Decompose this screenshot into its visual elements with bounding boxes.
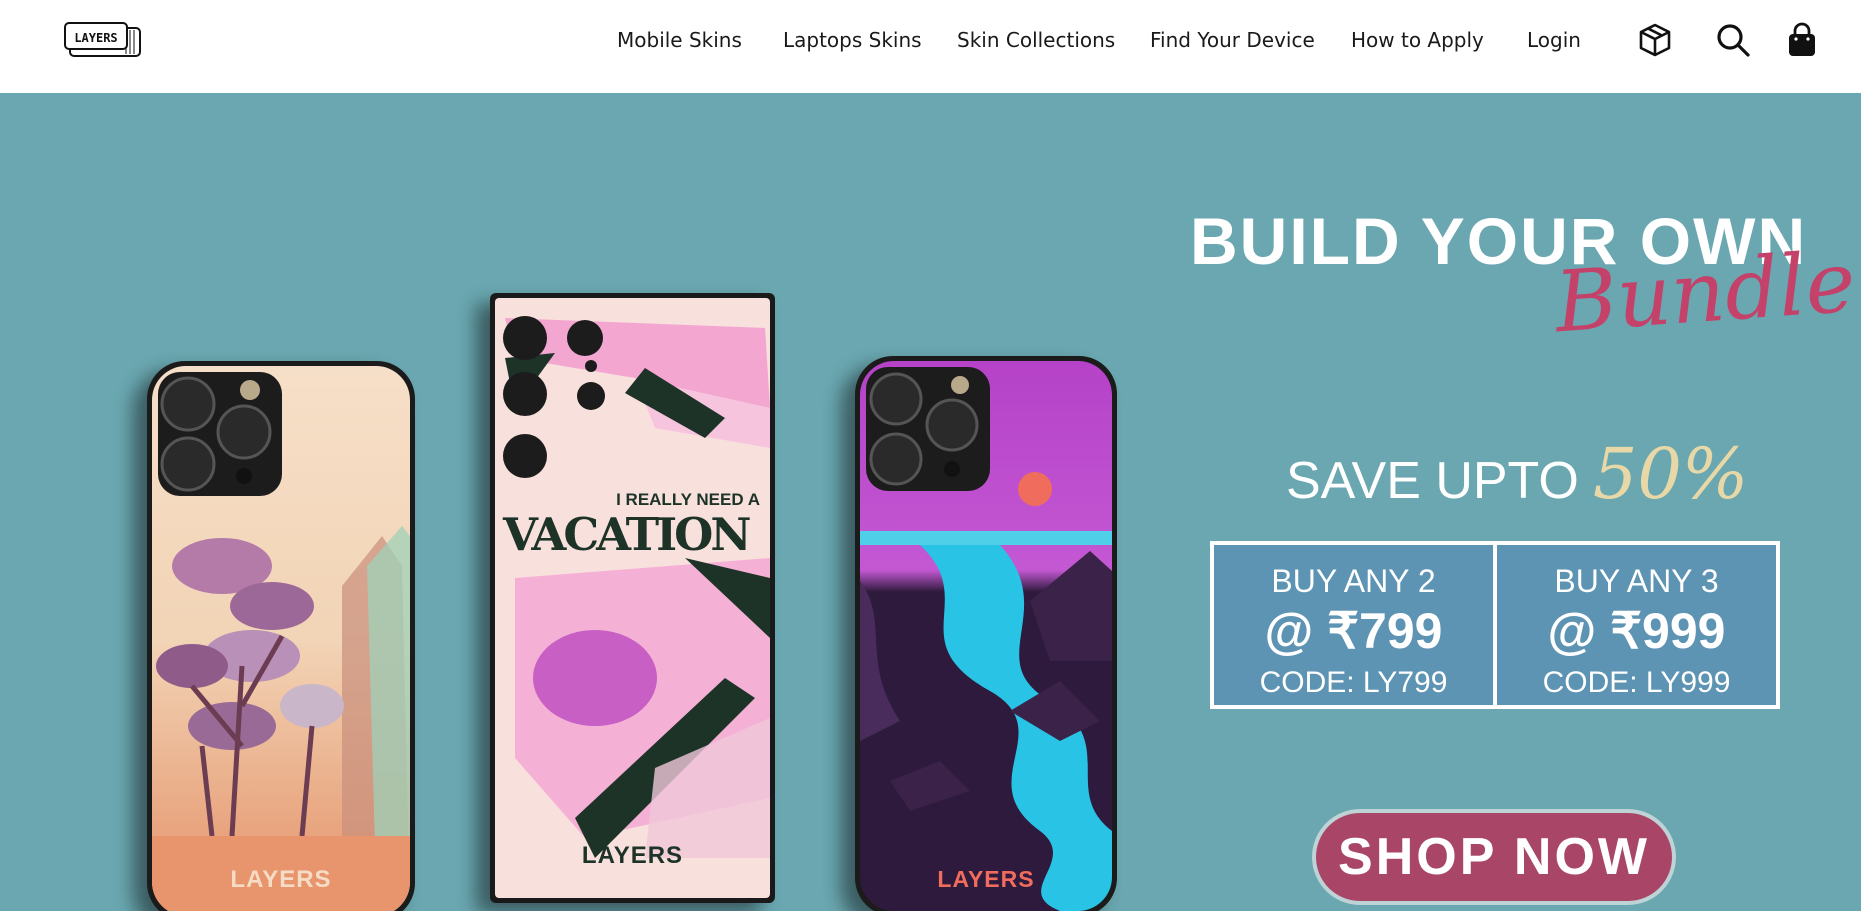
phone-skin-river[interactable]: LAYERS <box>855 356 1117 911</box>
phone-2-brand: LAYERS <box>581 842 684 869</box>
phone-2-tagline: I REALLY NEED A <box>616 490 760 509</box>
phone-skin-forest[interactable]: LAYERS <box>147 361 415 911</box>
nav-how-to-apply[interactable]: How to Apply <box>1351 28 1484 56</box>
offer-1-price: @ ₹799 <box>1264 603 1443 659</box>
offer-2-code: CODE: LY999 <box>1542 666 1731 699</box>
phone-skin-vacation[interactable]: I REALLY NEED A VACATION LAYERS <box>490 293 775 903</box>
bag-icon[interactable] <box>1784 22 1820 58</box>
site-header: LAYERS Mobile Skins Laptops Skins Skin C… <box>0 0 1861 93</box>
logo-text: LAYERS <box>74 31 117 45</box>
offer-buy-any-3[interactable]: BUY ANY 3 @ ₹999 CODE: LY999 <box>1493 545 1776 705</box>
offer-buy-any-2[interactable]: BUY ANY 2 @ ₹799 CODE: LY799 <box>1214 545 1493 705</box>
nav-find-your-device[interactable]: Find Your Device <box>1150 28 1315 56</box>
nav-login[interactable]: Login <box>1527 28 1581 56</box>
shop-now-button[interactable]: SHOP NOW <box>1312 809 1676 905</box>
layers-logo[interactable]: LAYERS <box>64 22 142 58</box>
offer-1-code: CODE: LY799 <box>1259 666 1448 699</box>
nav-mobile-skins[interactable]: Mobile Skins <box>617 28 742 56</box>
offer-2-line1: BUY ANY 3 <box>1554 563 1719 599</box>
nav-laptops-skins[interactable]: Laptops Skins <box>783 28 922 56</box>
offer-1-line1: BUY ANY 2 <box>1271 563 1436 599</box>
nav-skin-collections[interactable]: Skin Collections <box>957 28 1115 56</box>
save-label: SAVE UPTO <box>1286 452 1579 510</box>
search-icon[interactable] <box>1715 22 1751 58</box>
box-icon[interactable] <box>1637 22 1673 58</box>
bundle-offers: BUY ANY 2 @ ₹799 CODE: LY799 BUY ANY 3 @… <box>1210 541 1780 709</box>
phone-3-brand: LAYERS <box>937 866 1035 892</box>
phone-2-title: VACATION <box>503 508 751 561</box>
save-percent: 50% <box>1592 433 1749 515</box>
hero-script-bundle: Bundle <box>1551 232 1859 352</box>
offer-2-price: @ ₹999 <box>1547 603 1726 659</box>
phone-1-brand: LAYERS <box>230 866 332 893</box>
save-upto-text: SAVE UPTO 50% <box>1286 433 1748 515</box>
hero-banner[interactable]: LAYERS I REALLY NEED A VACATION LAYERS L… <box>0 93 1861 911</box>
